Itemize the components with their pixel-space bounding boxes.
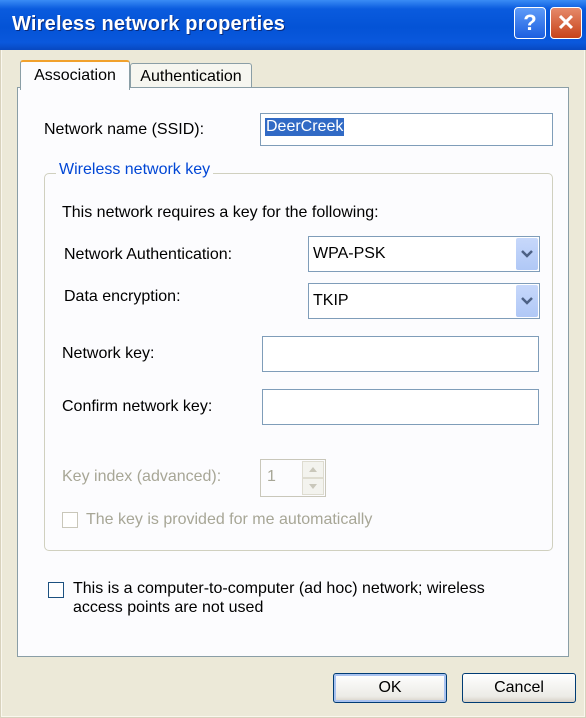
close-button[interactable]: ✕	[550, 7, 582, 39]
auth-label: Network Authentication:	[64, 246, 233, 263]
adhoc-label-line1: This is a computer-to-computer (ad hoc) …	[73, 580, 485, 597]
adhoc-label-line2: access points are not used	[73, 599, 264, 616]
encryption-select-value: TKIP	[313, 292, 349, 309]
ssid-value: DeerCreek	[265, 118, 345, 136]
cancel-button[interactable]: Cancel	[462, 673, 576, 703]
chevron-down-icon	[521, 250, 533, 258]
auto-key-checkbox[interactable]	[62, 512, 78, 528]
cancel-button-label: Cancel	[494, 679, 544, 696]
dialog-window: Wireless network properties ? ✕ Associat…	[0, 0, 586, 718]
key-intro-text: This network requires a key for the foll…	[62, 204, 379, 221]
tab-association[interactable]: Association	[20, 60, 130, 90]
encryption-dropdown-button[interactable]	[516, 285, 538, 317]
ssid-label: Network name (SSID):	[44, 121, 205, 138]
title-bar[interactable]: Wireless network properties ? ✕	[0, 0, 586, 50]
confirm-key-label: Confirm network key:	[62, 398, 213, 415]
ssid-input[interactable]: DeerCreek	[260, 113, 553, 146]
encryption-select[interactable]: TKIP	[308, 283, 540, 319]
auto-key-label: The key is provided for me automatically	[86, 511, 373, 528]
help-icon: ?	[523, 10, 537, 35]
spin-down-button[interactable]	[302, 478, 324, 495]
encryption-label: Data encryption:	[64, 288, 181, 305]
help-button[interactable]: ?	[514, 7, 546, 39]
adhoc-checkbox[interactable]	[48, 582, 64, 598]
confirm-key-input[interactable]	[262, 389, 539, 425]
key-index-value: 1	[267, 468, 276, 485]
tab-authentication-label: Authentication	[140, 68, 242, 85]
network-key-input[interactable]	[262, 336, 539, 372]
auth-select-value: WPA-PSK	[313, 245, 386, 262]
tab-association-label: Association	[34, 67, 116, 84]
key-index-label: Key index (advanced):	[62, 468, 222, 485]
ok-button[interactable]: OK	[333, 673, 447, 703]
auth-select[interactable]: WPA-PSK	[308, 236, 540, 272]
tab-authentication[interactable]: Authentication	[130, 63, 252, 90]
window-title: Wireless network properties	[12, 13, 286, 35]
chevron-down-icon	[309, 484, 317, 489]
wireless-key-legend: Wireless network key	[56, 161, 214, 179]
spin-up-button[interactable]	[302, 461, 324, 478]
ok-button-label: OK	[378, 679, 402, 696]
network-key-label: Network key:	[62, 345, 155, 362]
key-index-spinner[interactable]: 1	[260, 459, 326, 497]
close-icon: ✕	[556, 10, 576, 35]
chevron-down-icon	[521, 297, 533, 305]
auth-dropdown-button[interactable]	[516, 238, 538, 270]
chevron-up-icon	[309, 467, 317, 472]
